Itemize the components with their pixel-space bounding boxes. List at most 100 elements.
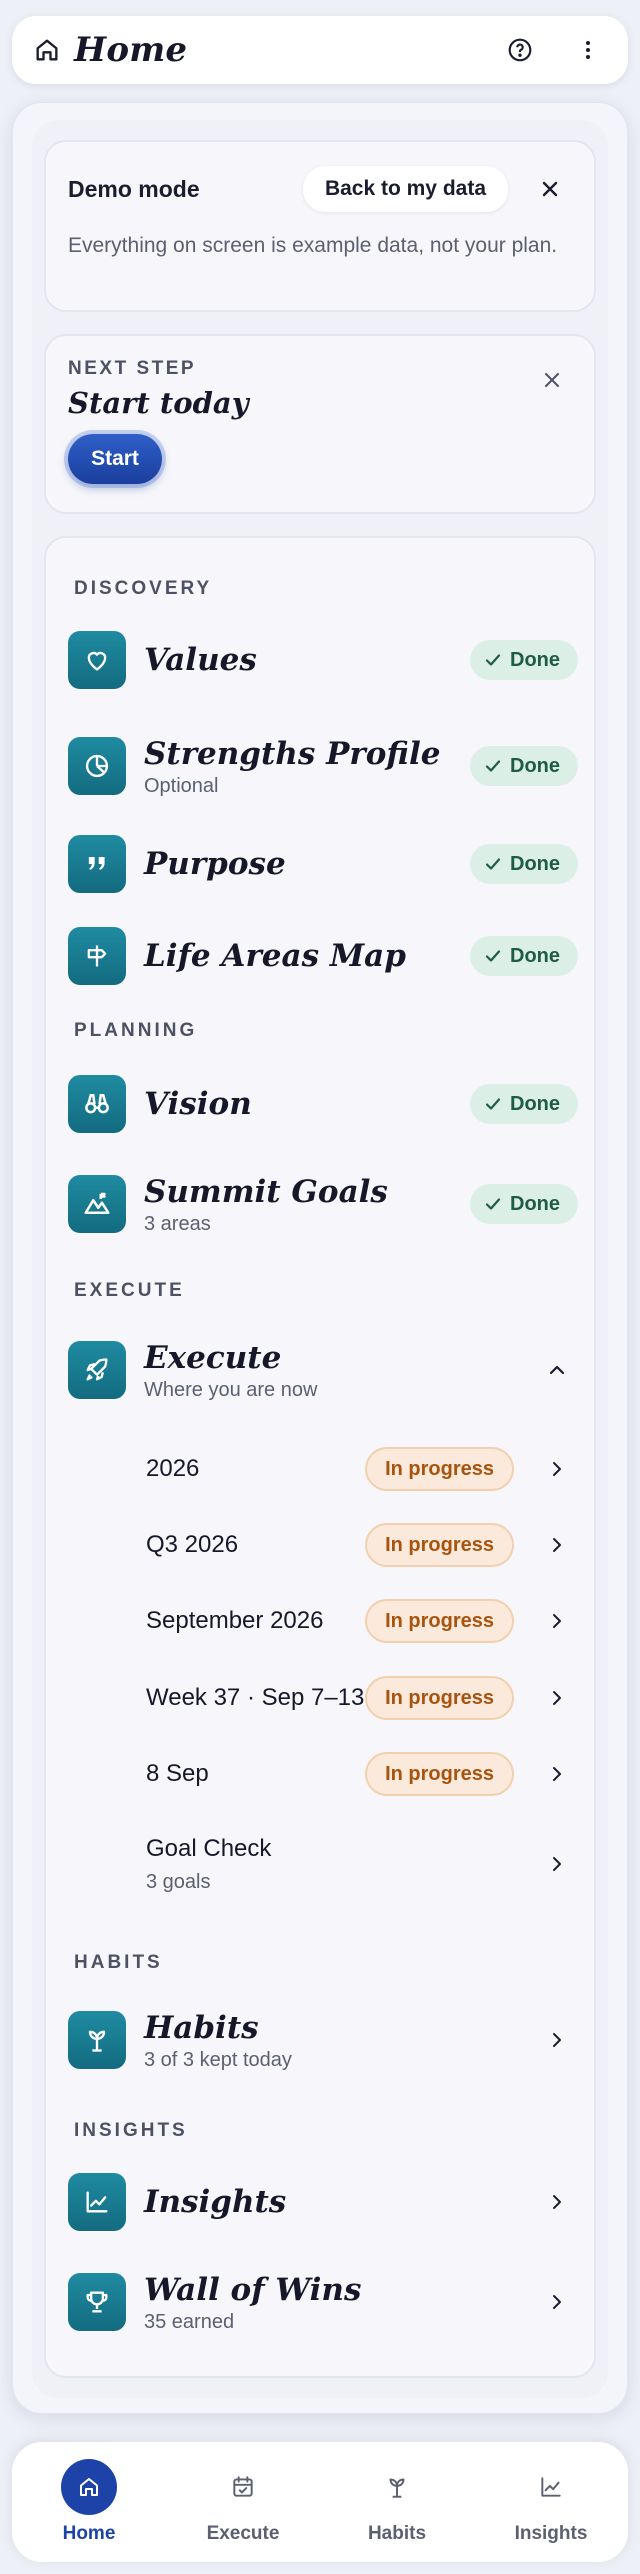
list-item-values[interactable]: Values Done: [68, 630, 578, 690]
calendar-check-icon: [215, 2459, 271, 2515]
section-heading-discovery: DISCOVERY: [74, 578, 213, 599]
item-subtitle: 3 areas: [144, 1212, 211, 1235]
nav-home[interactable]: Home: [24, 2459, 154, 2545]
nav-label: Home: [62, 2523, 116, 2544]
execute-child-year[interactable]: 2026 In progress: [146, 1444, 578, 1494]
list-item-strengths-profile[interactable]: Strengths Profile Optional Done: [68, 730, 578, 802]
execute-child-label: September 2026: [146, 1607, 324, 1634]
journey-card: DISCOVERY Values Done Strengths Profile …: [44, 536, 596, 2378]
execute-child-subtitle: 3 goals: [146, 1870, 211, 1893]
section-heading-planning: PLANNING: [74, 1020, 198, 1041]
item-subtitle: Optional: [144, 774, 219, 797]
nav-label: Execute: [206, 2523, 280, 2544]
execute-child-label: Q3 2026: [146, 1531, 239, 1558]
demo-mode-description: Everything on screen is example data, no…: [68, 234, 558, 257]
check-icon: [485, 858, 501, 870]
item-name: Vision: [144, 1086, 252, 1122]
list-item-summit-goals[interactable]: Summit Goals 3 areas Done: [68, 1168, 578, 1240]
more-options-icon[interactable]: [566, 28, 610, 72]
chart-line-icon: [523, 2459, 579, 2515]
item-name: Wall of Wins: [144, 2271, 362, 2308]
item-subtitle: Where you are now: [144, 1378, 318, 1401]
item-name: Execute: [144, 1339, 282, 1376]
status-badge: Done: [470, 936, 578, 976]
chevron-right-icon: [542, 2187, 572, 2217]
status-badge: In progress: [365, 1599, 514, 1643]
status-badge: Done: [470, 844, 578, 884]
status-label: Done: [510, 648, 560, 671]
item-name: Life Areas Map: [144, 938, 406, 974]
bottom-navigation: Home Execute Habits Insights: [12, 2442, 628, 2562]
nav-habits[interactable]: Habits: [332, 2459, 462, 2545]
chevron-right-icon: [542, 1530, 572, 1560]
item-name: Summit Goals: [144, 1173, 388, 1210]
status-badge: In progress: [365, 1523, 514, 1567]
next-step-eyebrow: NEXT STEP: [68, 358, 197, 379]
status-label: Done: [510, 1092, 560, 1115]
list-item-wall-of-wins[interactable]: Wall of Wins 35 earned: [68, 2266, 578, 2338]
top-app-bar: Home: [12, 16, 628, 84]
start-button[interactable]: Start: [68, 434, 162, 484]
dismiss-icon[interactable]: [532, 360, 572, 400]
list-item-life-areas-map[interactable]: Life Areas Map Done: [68, 926, 578, 986]
heart-icon: [68, 631, 126, 689]
back-to-my-data-button[interactable]: Back to my data: [302, 166, 508, 212]
execute-child-quarter[interactable]: Q3 2026 In progress: [146, 1520, 578, 1570]
item-subtitle: 3 of 3 kept today: [144, 2048, 292, 2071]
chevron-right-icon: [542, 1759, 572, 1789]
chevron-right-icon: [542, 2025, 572, 2055]
check-icon: [485, 1198, 501, 1210]
item-name: Habits: [144, 2009, 259, 2046]
quote-icon: [68, 835, 126, 893]
chevron-right-icon: [542, 1606, 572, 1636]
execute-child-label: Week 37 · Sep 7–13: [146, 1684, 365, 1711]
nav-label: Habits: [367, 2523, 427, 2544]
item-name: Values: [144, 642, 257, 678]
home-icon: [61, 2459, 117, 2515]
check-icon: [485, 1098, 501, 1110]
check-icon: [485, 760, 501, 772]
sprout-icon: [369, 2459, 425, 2515]
mountain-icon: [68, 1175, 126, 1233]
nav-execute[interactable]: Execute: [178, 2459, 308, 2545]
status-label: Done: [510, 944, 560, 967]
help-icon[interactable]: [498, 28, 542, 72]
palette-icon: [68, 737, 126, 795]
chart-line-icon: [68, 2173, 126, 2231]
list-item-habits[interactable]: Habits 3 of 3 kept today: [68, 2004, 578, 2076]
page-title: Home: [74, 30, 188, 70]
execute-child-month[interactable]: September 2026 In progress: [146, 1596, 578, 1646]
section-heading-habits: HABITS: [74, 1952, 163, 1973]
status-badge: Done: [470, 746, 578, 786]
check-icon: [485, 950, 501, 962]
status-badge: In progress: [365, 1447, 514, 1491]
nav-insights[interactable]: Insights: [486, 2459, 616, 2545]
execute-child-day[interactable]: 8 Sep In progress: [146, 1749, 578, 1799]
execute-child-label: 8 Sep: [146, 1760, 209, 1787]
section-heading-insights: INSIGHTS: [74, 2120, 188, 2141]
execute-child-label: 2026: [146, 1455, 200, 1482]
status-label: Done: [510, 852, 560, 875]
next-step-card: NEXT STEP Start today Start: [44, 334, 596, 514]
chevron-right-icon: [542, 1454, 572, 1484]
next-step-title: Start today: [68, 386, 249, 420]
list-item-purpose[interactable]: Purpose Done: [68, 834, 578, 894]
status-badge: Done: [470, 640, 578, 680]
status-label: Done: [510, 1192, 560, 1215]
list-item-insights[interactable]: Insights: [68, 2172, 578, 2232]
item-subtitle: 35 earned: [144, 2310, 235, 2333]
list-item-execute[interactable]: Execute Where you are now: [68, 1334, 578, 1406]
demo-mode-card: Demo mode Back to my data Everything on …: [44, 140, 596, 312]
list-item-vision[interactable]: Vision Done: [68, 1074, 578, 1134]
execute-child-week[interactable]: Week 37 · Sep 7–13 In progress: [146, 1673, 578, 1723]
item-name: Purpose: [144, 846, 286, 882]
close-icon[interactable]: [528, 167, 572, 211]
nav-label: Insights: [514, 2523, 588, 2544]
chevron-up-icon[interactable]: [542, 1355, 572, 1385]
status-badge: Done: [470, 1084, 578, 1124]
status-label: Done: [510, 754, 560, 777]
section-heading-execute: EXECUTE: [74, 1280, 185, 1301]
execute-child-goal-check[interactable]: Goal Check 3 goals: [146, 1824, 578, 1904]
sprout-icon: [68, 2011, 126, 2069]
chevron-right-icon: [542, 1849, 572, 1879]
